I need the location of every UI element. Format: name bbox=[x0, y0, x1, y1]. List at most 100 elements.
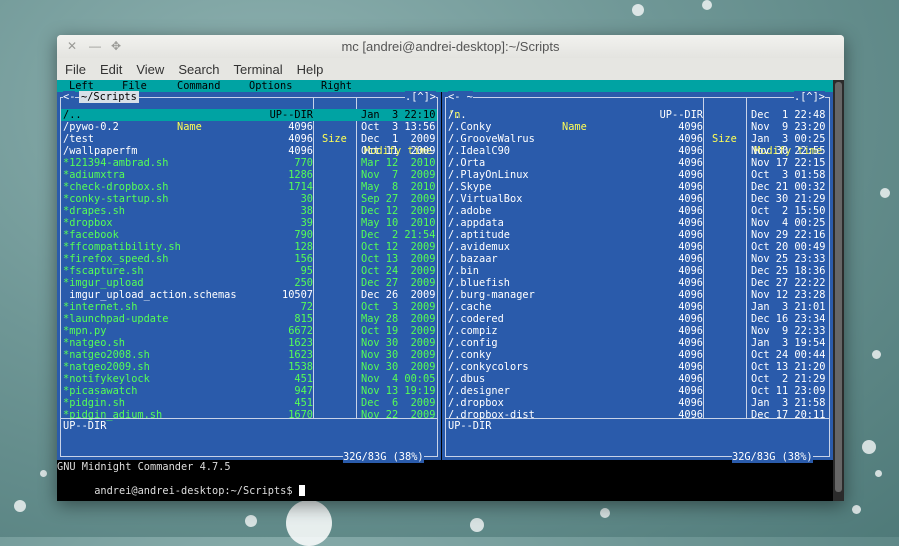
file-name: /.avidemux bbox=[448, 241, 510, 253]
file-row[interactable]: *natgeo2008.sh 1623 Nov 30 2009 bbox=[61, 349, 437, 361]
file-row[interactable]: *picasawatch 947 Nov 13 19:19 bbox=[61, 385, 437, 397]
file-modify-time: Nov 22 2009 bbox=[361, 409, 436, 421]
file-size: 4096 bbox=[288, 133, 313, 145]
mc-menu-command[interactable]: Command bbox=[177, 80, 220, 92]
file-row[interactable]: *natgeo.sh 1623 Nov 30 2009 bbox=[61, 337, 437, 349]
file-modify-time: Nov 4 00:25 bbox=[751, 217, 826, 229]
file-name: /.config bbox=[448, 337, 498, 349]
file-row[interactable]: /.appdata 4096 Nov 4 00:25 bbox=[446, 217, 829, 229]
file-row[interactable]: /.dbus 4096 Oct 2 21:29 bbox=[446, 373, 829, 385]
file-row[interactable]: *fscapture.sh 95 Oct 24 2009 bbox=[61, 265, 437, 277]
status-divider bbox=[61, 418, 437, 419]
bokeh-dot bbox=[875, 470, 882, 477]
file-row[interactable]: /.avidemux 4096 Oct 20 00:49 bbox=[446, 241, 829, 253]
scrollbar[interactable] bbox=[833, 80, 844, 501]
file-row[interactable]: *check-dropbox.sh 1714 May 8 2010 bbox=[61, 181, 437, 193]
file-row[interactable]: /.Conky 4096 Nov 9 23:20 bbox=[446, 121, 829, 133]
menu-search[interactable]: Search bbox=[178, 62, 219, 77]
scrollbar-thumb[interactable] bbox=[835, 82, 842, 492]
file-row[interactable]: /.bazaar 4096 Nov 25 23:33 bbox=[446, 253, 829, 265]
file-row[interactable]: /.config 4096 Jan 3 19:54 bbox=[446, 337, 829, 349]
file-size: 4096 bbox=[678, 241, 703, 253]
file-row[interactable]: *conky-startup.sh 30 Sep 27 2009 bbox=[61, 193, 437, 205]
menu-edit[interactable]: Edit bbox=[100, 62, 122, 77]
file-name: /.Orta bbox=[448, 157, 486, 169]
file-row[interactable]: *natgeo2009.sh 1538 Nov 30 2009 bbox=[61, 361, 437, 373]
file-row[interactable]: /.burg-manager 4096 Nov 12 23:28 bbox=[446, 289, 829, 301]
file-row[interactable]: /.codered 4096 Dec 16 23:34 bbox=[446, 313, 829, 325]
file-size: 4096 bbox=[678, 133, 703, 145]
file-name: /.designer bbox=[448, 385, 510, 397]
file-row[interactable]: /.conkycolors 4096 Oct 13 21:20 bbox=[446, 361, 829, 373]
file-size: 4096 bbox=[678, 301, 703, 313]
file-name: *launchpad-update bbox=[63, 313, 169, 325]
file-modify-time: Nov 9 22:33 bbox=[751, 325, 826, 337]
file-row[interactable]: /.Orta 4096 Nov 17 22:15 bbox=[446, 157, 829, 169]
menu-help[interactable]: Help bbox=[297, 62, 324, 77]
file-row[interactable]: /.Skype 4096 Dec 21 00:32 bbox=[446, 181, 829, 193]
file-size: 451 bbox=[294, 373, 313, 385]
mc-menu-options[interactable]: Options bbox=[249, 80, 292, 92]
mc-menu-right[interactable]: Right bbox=[321, 80, 352, 92]
file-row[interactable]: *facebook 790 Dec 2 21:54 bbox=[61, 229, 437, 241]
file-row[interactable]: imgur_upload_action.schemas 10507 Dec 26 2… bbox=[61, 289, 437, 301]
file-row[interactable]: /.adobe 4096 Oct 2 15:50 bbox=[446, 205, 829, 217]
right-panel-header: 'n Name Size Modify time bbox=[446, 97, 829, 157]
file-name: /.bin bbox=[448, 265, 479, 277]
file-name: *natgeo2008.sh bbox=[63, 349, 150, 361]
file-row[interactable]: /.designer 4096 Oct 11 23:09 bbox=[446, 385, 829, 397]
file-row[interactable]: *internet.sh 72 Oct 3 2009 bbox=[61, 301, 437, 313]
file-row[interactable]: /.bluefish 4096 Dec 27 22:22 bbox=[446, 277, 829, 289]
file-row[interactable]: /.PlayOnLinux 4096 Oct 3 01:58 bbox=[446, 169, 829, 181]
file-row[interactable]: *firefox_speed.sh 156 Oct 13 2009 bbox=[61, 253, 437, 265]
file-row[interactable]: *imgur_upload 250 Dec 27 2009 bbox=[61, 277, 437, 289]
file-modify-time: Oct 13 2009 bbox=[361, 253, 436, 265]
file-row[interactable]: /.dropbox 4096 Jan 3 21:58 bbox=[446, 397, 829, 409]
file-row[interactable]: *notifykeylock 451 Nov 4 00:05 bbox=[61, 373, 437, 385]
file-row[interactable]: *launchpad-update 815 May 28 2009 bbox=[61, 313, 437, 325]
file-row[interactable]: /.aptitude 4096 Nov 29 22:16 bbox=[446, 229, 829, 241]
file-modify-time: Dec 12 2009 bbox=[361, 205, 436, 217]
file-row[interactable]: *pidgin.sh 451 Dec 6 2009 bbox=[61, 397, 437, 409]
file-row[interactable]: /.compiz 4096 Nov 9 22:33 bbox=[446, 325, 829, 337]
bokeh-dot bbox=[702, 0, 712, 10]
file-row[interactable]: /.conky 4096 Oct 24 00:44 bbox=[446, 349, 829, 361]
file-size: 4096 bbox=[678, 229, 703, 241]
file-modify-time: Nov 7 2009 bbox=[361, 169, 436, 181]
file-row[interactable]: *adiumxtra 1286 Nov 7 2009 bbox=[61, 169, 437, 181]
file-name: *internet.sh bbox=[63, 301, 138, 313]
file-name: /.bazaar bbox=[448, 253, 498, 265]
file-row[interactable]: /wallpaperfm 4096 Oct 11 2009 bbox=[61, 145, 437, 157]
file-row[interactable]: /test 4096 Dec 1 2009 bbox=[61, 133, 437, 145]
menu-file[interactable]: File bbox=[65, 62, 86, 77]
file-row[interactable]: *drapes.sh 38 Dec 12 2009 bbox=[61, 205, 437, 217]
file-row[interactable]: /.dropbox-dist 4096 Dec 17 20:11 bbox=[446, 409, 829, 421]
file-row[interactable]: /.bin 4096 Dec 25 18:36 bbox=[446, 265, 829, 277]
file-modify-time: Oct 2 21:29 bbox=[751, 373, 826, 385]
file-modify-time: Oct 11 23:09 bbox=[751, 385, 826, 397]
file-modify-time: Dec 25 18:36 bbox=[751, 265, 826, 277]
file-name: /.aptitude bbox=[448, 229, 510, 241]
file-row[interactable]: /.IdealC90 4096 Nov 30 22:55 bbox=[446, 145, 829, 157]
file-row[interactable]: /.GrooveWalrus 4096 Jan 3 00:25 bbox=[446, 133, 829, 145]
file-row[interactable]: *dropbox 39 May 10 2010 bbox=[61, 217, 437, 229]
file-row[interactable]: /.. UP--DIR Jan 3 22:10 bbox=[61, 109, 437, 121]
menu-view[interactable]: View bbox=[136, 62, 164, 77]
terminal-area[interactable]: Left File Command Options Right <- ~/Scr… bbox=[57, 80, 844, 501]
file-row[interactable]: /.VirtualBox 4096 Dec 30 21:29 bbox=[446, 193, 829, 205]
file-size: 770 bbox=[294, 157, 313, 169]
file-name: *check-dropbox.sh bbox=[63, 181, 169, 193]
file-row[interactable]: /.cache 4096 Jan 3 21:01 bbox=[446, 301, 829, 313]
file-row[interactable]: *ffcompatibility.sh 128 Oct 12 2009 bbox=[61, 241, 437, 253]
menu-terminal[interactable]: Terminal bbox=[234, 62, 283, 77]
left-disk-usage: 32G/83G (38%) bbox=[343, 451, 424, 463]
file-row[interactable]: /.. UP--DIR Dec 1 22:48 bbox=[446, 109, 829, 121]
file-row[interactable]: *pidgin_adium.sh 1670 Nov 22 2009 bbox=[61, 409, 437, 421]
command-prompt[interactable]: andrei@andrei-desktop:~/Scripts$ bbox=[57, 473, 305, 501]
file-modify-time: Jan 3 22:10 bbox=[361, 109, 436, 121]
file-row[interactable]: *mpn.py 6672 Oct 19 2009 bbox=[61, 325, 437, 337]
file-row[interactable]: /pywo-0.2 4096 Oct 3 13:56 bbox=[61, 121, 437, 133]
left-panel[interactable]: <- ~/Scripts .[^]> 'n Name Size Modify t… bbox=[57, 91, 441, 463]
file-row[interactable]: *121394-ambrad.sh 770 Mar 12 2010 bbox=[61, 157, 437, 169]
right-panel[interactable]: <- ~ .[^]> 'n Name Size Modify time /.. U… bbox=[442, 91, 833, 463]
